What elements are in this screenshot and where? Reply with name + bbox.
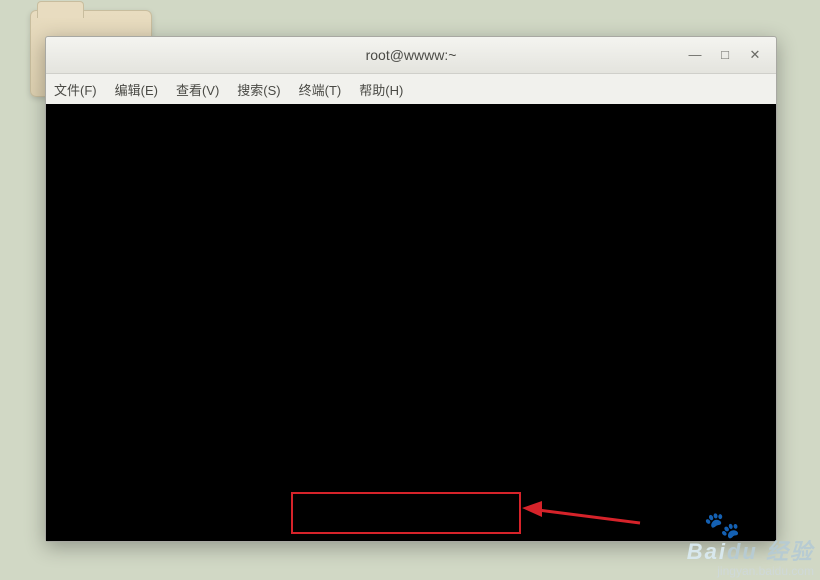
menu-edit[interactable]: 编辑(E) [113,78,160,101]
window-titlebar[interactable]: root@wwww:~ — □ ✕ [46,37,776,74]
maximize-button[interactable]: □ [710,37,740,73]
watermark-url: jingyan.baidu.com [687,564,814,578]
menu-search[interactable]: 搜索(S) [235,78,282,101]
window-title: root@wwww:~ [366,47,457,63]
menu-bar: 文件(F) 编辑(E) 查看(V) 搜索(S) 终端(T) 帮助(H) [46,74,776,105]
window-controls: — □ ✕ [680,37,770,73]
terminal-window: root@wwww:~ — □ ✕ 文件(F) 编辑(E) 查看(V) 搜索(S… [45,36,777,542]
close-button[interactable]: ✕ [740,37,770,73]
minimize-button[interactable]: — [680,37,710,73]
menu-terminal[interactable]: 终端(T) [297,78,344,101]
maximize-icon: □ [721,37,729,73]
menu-view[interactable]: 查看(V) [174,78,221,101]
terminal-body[interactable]: Cur PV 2 Act PV 2 VG Size 38.99 GiB PE S… [46,104,776,541]
watermark-paw-icon: 🐾 [703,506,743,545]
menu-help[interactable]: 帮助(H) [357,78,405,101]
menu-file[interactable]: 文件(F) [52,78,99,101]
close-icon: ✕ [750,37,761,73]
minimize-icon: — [689,37,702,73]
